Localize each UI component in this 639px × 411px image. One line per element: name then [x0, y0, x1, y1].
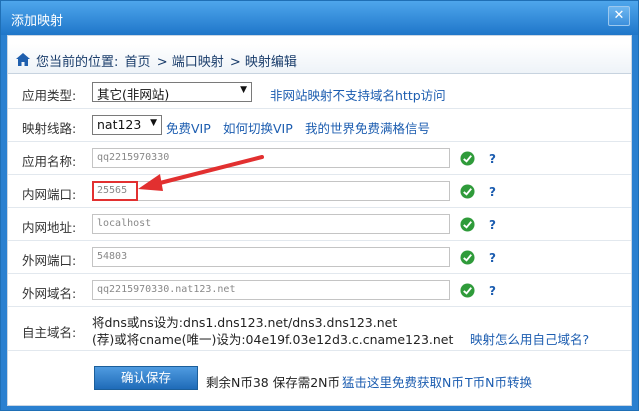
breadcrumb-mapping-edit: > 映射编辑 [229, 55, 297, 70]
check-icon [460, 250, 475, 265]
free-coins-link[interactable]: 猛击这里免费获取N币 [342, 372, 464, 391]
annotation-arrow-icon [138, 155, 264, 191]
help-icon[interactable]: ? [489, 284, 496, 298]
breadcrumb-home[interactable]: 首页 [125, 55, 151, 70]
dialog-content: 您当前的位置: 首页 > 端口映射 > 映射编辑 应用类型: 其它(非网站) ▼… [7, 35, 632, 406]
switch-vip-link[interactable]: 如何切换VIP [223, 118, 293, 137]
save-button[interactable]: 确认保存 [94, 366, 198, 390]
row-wan-port: 外网端口: 54803 ? [8, 241, 631, 274]
app-name-label: 应用名称: [22, 154, 77, 169]
help-icon[interactable]: ? [489, 251, 496, 265]
route-select[interactable]: nat123 ▼ [92, 115, 162, 135]
wan-port-input[interactable]: 54803 [92, 247, 450, 267]
check-icon [460, 283, 475, 298]
row-lan-addr: 内网地址: localhost ? [8, 208, 631, 241]
wan-port-label: 外网端口: [22, 253, 77, 268]
app-type-note: 非网站映射不支持域名http访问 [270, 88, 446, 103]
breadcrumb-prefix: 您当前的位置: [36, 55, 119, 70]
lan-addr-input[interactable]: localhost [92, 214, 450, 234]
window-title: 添加映射 [11, 14, 64, 29]
row-route: 映射线路: nat123 ▼ 免费VIP 如何切换VIP 我的世界免费满格信号 [8, 109, 631, 142]
breadcrumb: 您当前的位置: 首页 > 端口映射 > 映射编辑 [8, 44, 631, 74]
free-vip-link[interactable]: 免费VIP [166, 118, 211, 137]
close-button[interactable]: ✕ [608, 6, 630, 26]
row-wan-domain: 外网域名: qq2215970330.nat123.net ? [8, 274, 631, 307]
dropdown-arrow-icon: ▼ [150, 118, 157, 128]
wan-domain-label: 外网域名: [22, 286, 77, 301]
wan-domain-input[interactable]: qq2215970330.nat123.net [92, 280, 450, 300]
check-icon [460, 184, 475, 199]
breadcrumb-port-mapping[interactable]: > 端口映射 [157, 55, 224, 70]
check-icon [460, 217, 475, 232]
route-label: 映射线路: [22, 121, 77, 136]
app-type-label: 应用类型: [22, 88, 77, 103]
title-bar[interactable]: 添加映射 ✕ [1, 1, 638, 35]
help-icon[interactable]: ? [489, 152, 496, 166]
custom-domain-label: 自主域名: [22, 325, 77, 340]
cname-instruction: (荐)或将cname(唯一)设为:04e19f.03e12d3.c.cname1… [92, 332, 454, 347]
annotation-highlight-box [92, 181, 138, 201]
row-custom-domain: 自主域名: 将dns或ns设为:dns1.dns123.net/dns3.dns… [8, 307, 631, 351]
check-icon [460, 151, 475, 166]
app-type-select[interactable]: 其它(非网站) ▼ [92, 82, 252, 102]
help-icon[interactable]: ? [489, 185, 496, 199]
coin-convert-link[interactable]: T币N币转换 [465, 372, 532, 391]
dropdown-arrow-icon: ▼ [240, 85, 247, 95]
app-type-value: 其它(非网站) [97, 87, 170, 102]
custom-domain-help-link[interactable]: 映射怎么用自己域名? [470, 329, 589, 348]
coin-balance-text: 剩余N币38 保存需2N币 [206, 375, 341, 390]
lan-port-label: 内网端口: [22, 187, 77, 202]
lan-addr-label: 内网地址: [22, 220, 77, 235]
route-value: nat123 [97, 117, 142, 132]
home-icon [16, 53, 30, 66]
row-app-name: 应用名称: qq2215970330 ? [8, 142, 631, 175]
help-icon[interactable]: ? [489, 218, 496, 232]
row-app-type: 应用类型: 其它(非网站) ▼ 非网站映射不支持域名http访问 [8, 76, 631, 109]
minecraft-signal-link[interactable]: 我的世界免费满格信号 [305, 118, 430, 137]
dialog-window: 添加映射 ✕ 您当前的位置: 首页 > 端口映射 > 映射编辑 应用类型: 其它… [0, 0, 639, 411]
